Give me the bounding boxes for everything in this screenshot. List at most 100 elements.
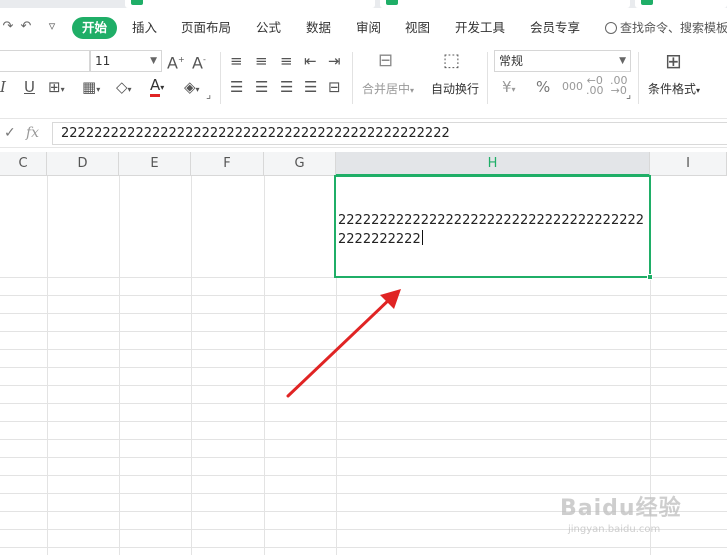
- grid-line: [264, 176, 265, 555]
- tab-home[interactable]: 开始: [72, 17, 118, 39]
- fill-style-icon[interactable]: ▦▾: [82, 78, 100, 99]
- active-cell-h[interactable]: 2222222222222222222222222222222222222222…: [334, 175, 653, 280]
- cell-editor-text[interactable]: 2222222222222222222222222222222222222222…: [338, 211, 648, 249]
- borders-icon[interactable]: ⊞▾: [48, 78, 65, 99]
- align-right-icon[interactable]: ☰: [280, 78, 293, 96]
- grid-line: [47, 176, 48, 555]
- undo-icon[interactable]: ↶: [18, 19, 34, 35]
- column-header-f[interactable]: F: [191, 152, 264, 176]
- font-size-select[interactable]: 11 ▼: [90, 50, 162, 72]
- watermark-url: jingyan.baidu.com: [568, 524, 661, 535]
- grid-line: [0, 421, 727, 422]
- grid-line: [119, 176, 120, 555]
- outdent-icon[interactable]: ⇤: [304, 52, 317, 70]
- number-format-select[interactable]: 常规 ▼: [494, 50, 631, 72]
- redo-icon[interactable]: ↷: [0, 19, 16, 35]
- wrap-text-icon[interactable]: ⬚: [443, 52, 460, 70]
- column-header-g[interactable]: G: [264, 152, 336, 176]
- tab-page-layout[interactable]: 页面布局: [181, 19, 231, 37]
- number-settings-launcher-icon[interactable]: ⌟: [626, 86, 631, 104]
- grid-line: [0, 385, 727, 386]
- wrap-text-button[interactable]: 自动换行: [431, 80, 479, 97]
- tab-color-marker: [641, 0, 653, 5]
- column-header-i[interactable]: I: [650, 152, 727, 176]
- chevron-down-icon: ▼: [619, 56, 626, 66]
- tab-data[interactable]: 数据: [306, 19, 331, 37]
- tab-color-marker: [131, 0, 143, 5]
- quick-access-dropdown-icon[interactable]: ▿: [44, 19, 60, 35]
- conditional-format-icon[interactable]: ⊞: [665, 51, 682, 71]
- align-left-icon[interactable]: ☰: [230, 78, 243, 96]
- currency-symbol: ¥: [502, 78, 512, 96]
- font-color-icon[interactable]: A▾: [150, 76, 164, 97]
- underline-icon[interactable]: U: [24, 78, 35, 96]
- merge-center-button[interactable]: 合并居中▾: [362, 80, 414, 97]
- ribbon-toolbar: 11 ▼ A+ A- I U ⊞▾ ▦▾ ◇▾ A▾ ◈▾ ⌟ ≡ ≡ ≡ ⇤ ⇥…: [0, 46, 727, 110]
- grid-line: [0, 439, 727, 440]
- justify-icon[interactable]: ☰: [304, 78, 317, 96]
- text-caret: [421, 230, 423, 245]
- search-label: 查找命令、搜索模板: [620, 21, 727, 35]
- align-top-icon[interactable]: ≡: [230, 52, 243, 70]
- menu-bar: ↷ ↶ ▿ 开始 插入 页面布局 公式 数据 审阅 视图 开发工具 会员专享 查…: [0, 8, 727, 46]
- tab-view[interactable]: 视图: [405, 19, 430, 37]
- eraser-icon[interactable]: ◈▾: [184, 78, 200, 99]
- window-tab-active[interactable]: [635, 0, 727, 8]
- fill-color-icon[interactable]: ◇▾: [116, 78, 132, 99]
- percent-icon[interactable]: %: [536, 78, 550, 96]
- align-bottom-icon[interactable]: ≡: [280, 52, 293, 70]
- formula-bar: ✓ fx 22222222222222222222222222222222222…: [0, 118, 727, 148]
- toolbar-divider: [487, 52, 488, 104]
- font-settings-launcher-icon[interactable]: ⌟: [206, 86, 211, 104]
- conditional-format-button[interactable]: 条件格式▾: [648, 80, 700, 97]
- column-header-c[interactable]: C: [0, 152, 47, 176]
- formula-input[interactable]: 2222222222222222222222222222222222222222…: [52, 122, 727, 145]
- insert-function-icon[interactable]: fx: [26, 125, 39, 141]
- font-name-select[interactable]: [0, 50, 90, 72]
- distributed-align-icon[interactable]: ⊟: [328, 78, 341, 96]
- decrease-decimal-icon[interactable]: .00 →0: [610, 75, 628, 96]
- grid-line: [0, 331, 727, 332]
- column-headers: C D E F G H I: [0, 152, 727, 176]
- confirm-check-icon[interactable]: ✓: [4, 125, 16, 141]
- italic-icon[interactable]: I: [0, 78, 6, 96]
- decrease-font-icon[interactable]: A-: [192, 51, 206, 72]
- align-center-icon[interactable]: ☰: [255, 78, 268, 96]
- font-size-value: 11: [95, 54, 111, 68]
- grid-line: [0, 349, 727, 350]
- thousands-separator-icon[interactable]: 000: [562, 78, 583, 96]
- baidu-jingyan-watermark: Baidu经验 jingyan.baidu.com: [560, 490, 710, 550]
- tab-color-marker: [386, 0, 398, 5]
- toolbar-divider: [638, 52, 639, 104]
- column-header-h[interactable]: H: [336, 152, 650, 176]
- window-tab[interactable]: [125, 0, 375, 8]
- indent-icon[interactable]: ⇥: [328, 52, 341, 70]
- grid-line: [0, 367, 727, 368]
- align-middle-icon[interactable]: ≡: [255, 52, 268, 70]
- chevron-down-icon: ▼: [150, 56, 157, 66]
- column-header-d[interactable]: D: [47, 152, 119, 176]
- column-header-e[interactable]: E: [119, 152, 191, 176]
- merge-center-icon[interactable]: ⊟: [378, 52, 393, 70]
- tab-developer[interactable]: 开发工具: [455, 19, 505, 37]
- tab-member[interactable]: 会员专享: [530, 19, 580, 37]
- currency-icon[interactable]: ¥▾: [502, 78, 516, 99]
- tab-insert[interactable]: 插入: [132, 19, 157, 37]
- toolbar-divider: [352, 52, 353, 104]
- increase-decimal-icon[interactable]: ←0.00: [586, 75, 604, 96]
- grid-line: [0, 457, 727, 458]
- command-search[interactable]: 查找命令、搜索模板: [605, 19, 727, 36]
- watermark-brand: Baidu经验: [560, 496, 682, 521]
- grid-line: [0, 295, 727, 296]
- tab-review[interactable]: 审阅: [356, 19, 381, 37]
- increase-font-icon[interactable]: A+: [167, 51, 185, 72]
- fill-handle[interactable]: [647, 274, 653, 280]
- grid-line: [0, 403, 727, 404]
- grid-line: [0, 475, 727, 476]
- window-tab[interactable]: [380, 0, 630, 8]
- search-icon: [605, 22, 617, 34]
- conditional-format-label: 条件格式: [648, 82, 697, 96]
- tab-formulas[interactable]: 公式: [256, 19, 281, 37]
- cell-value: 2222222222222222222222222222222222222222…: [338, 213, 645, 247]
- grid-line: [191, 176, 192, 555]
